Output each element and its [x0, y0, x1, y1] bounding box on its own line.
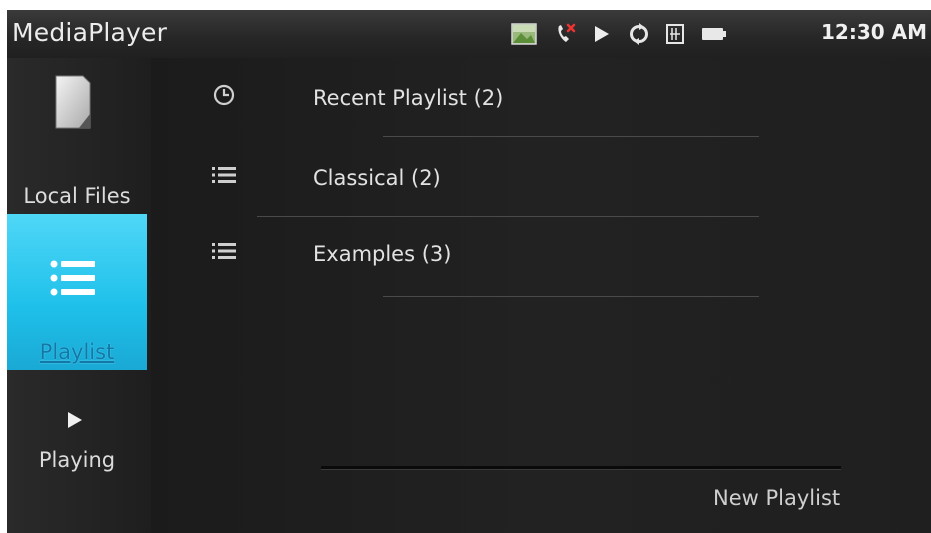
sidebar-item-local-files[interactable]: Local Files [7, 58, 147, 214]
bottom-divider [321, 466, 841, 470]
file-icon [55, 75, 91, 129]
list-item-examples[interactable]: Examples (3) [151, 226, 931, 296]
list-item-classical[interactable]: Classical (2) [151, 150, 931, 220]
sidebar-item-label: Local Files [23, 184, 131, 208]
clock-icon [213, 84, 235, 106]
list-icon [212, 167, 236, 183]
play-icon [592, 22, 612, 46]
sync-icon [627, 22, 651, 46]
list-item-label: Classical (2) [313, 166, 441, 190]
title-bar: MediaPlayer 12:30 AM [7, 10, 931, 59]
divider [257, 216, 759, 217]
app-title: MediaPlayer [12, 18, 168, 47]
missed-call-icon [553, 22, 579, 46]
sidebar-item-playing[interactable]: Playing [7, 370, 147, 533]
sidebar-item-label: Playing [38, 448, 116, 472]
sidebar-item-playlist[interactable]: Playlist [7, 214, 147, 370]
battery-icon [700, 22, 728, 46]
gallery-icon [510, 22, 538, 46]
divider [383, 296, 759, 297]
play-icon [68, 412, 82, 428]
divider [383, 136, 759, 137]
list-item-label: Recent Playlist (2) [313, 86, 504, 110]
playlist-panel: Recent Playlist (2) Classical (2) Exampl… [151, 58, 931, 533]
list-item-recent-playlist[interactable]: Recent Playlist (2) [151, 70, 931, 140]
list-icon [50, 260, 95, 296]
status-clock: 12:30 AM [820, 20, 927, 44]
sidebar-item-label: Playlist [39, 340, 115, 364]
list-icon [212, 243, 236, 259]
list-item-label: Examples (3) [313, 242, 452, 266]
media-player-screen: MediaPlayer 12:30 AM Local Files Playlis… [7, 10, 931, 533]
new-playlist-button[interactable]: New Playlist [713, 486, 840, 510]
sidebar: Local Files Playlist Playing [7, 58, 151, 533]
sd-card-icon [664, 22, 686, 46]
